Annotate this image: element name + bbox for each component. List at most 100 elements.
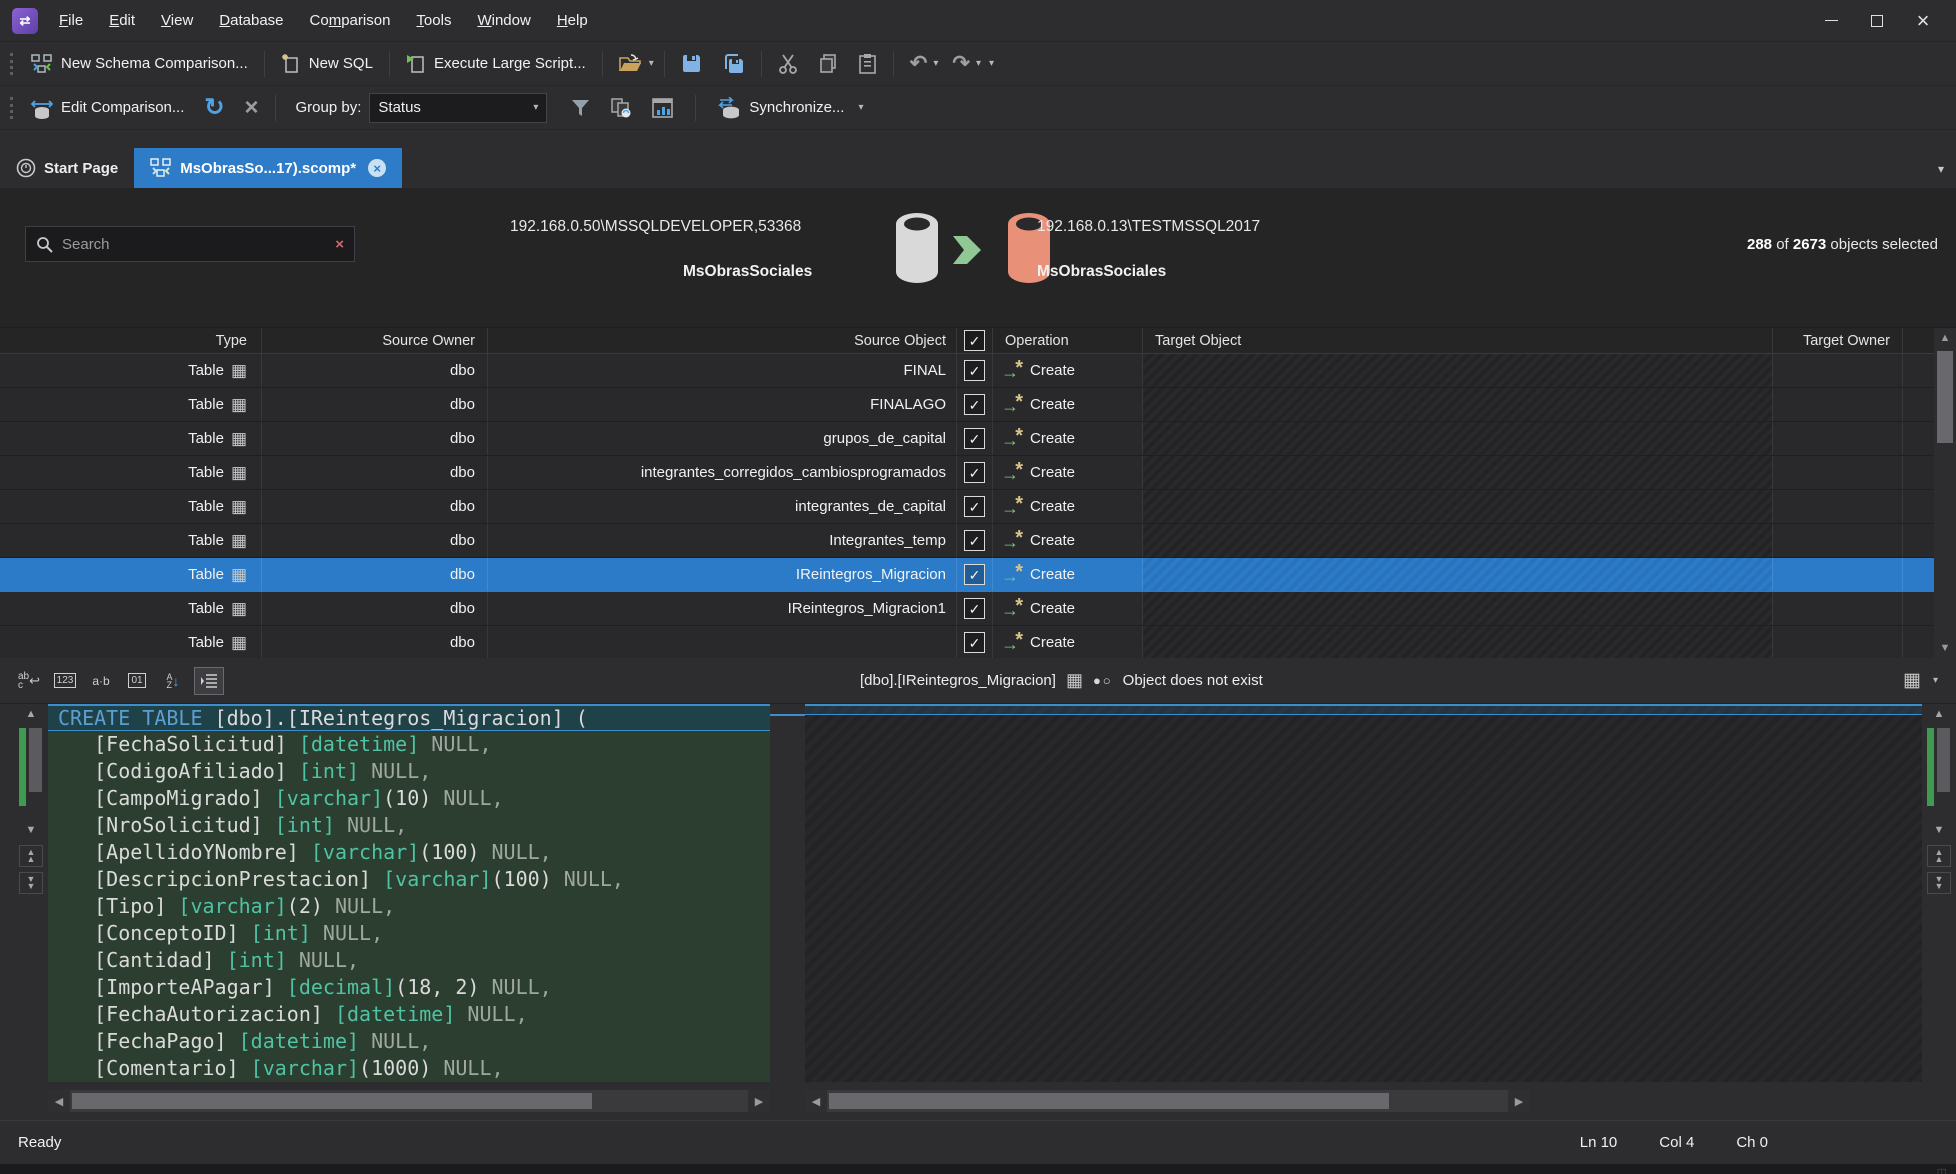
next-difference-button[interactable]: ▼▼ xyxy=(19,872,43,894)
previous-difference-button[interactable]: ▲▲ xyxy=(19,845,43,867)
new-schema-comparison-button[interactable]: New Schema Comparison... xyxy=(21,46,258,82)
table-row[interactable]: Table▦dbointegrantes_corregidos_cambiosp… xyxy=(0,456,1934,490)
word-wrap-button[interactable]: abc↩ xyxy=(14,667,44,695)
minimize-button[interactable] xyxy=(1808,5,1854,37)
scroll-right-icon[interactable]: ▶ xyxy=(748,1090,770,1112)
resize-grip[interactable]: ◫ xyxy=(1937,1166,1948,1174)
stop-button[interactable]: × xyxy=(235,90,269,126)
scroll-up-icon[interactable]: ▲ xyxy=(19,704,43,724)
column-header-operation[interactable]: Operation xyxy=(993,328,1143,353)
table-row[interactable]: Table▦dbointegrantes_de_capital✓→*Create xyxy=(0,490,1934,524)
maximize-button[interactable] xyxy=(1854,5,1900,37)
redo-button[interactable]: ↷ xyxy=(942,46,972,82)
scroll-left-icon[interactable]: ◀ xyxy=(48,1090,70,1112)
cut-button[interactable] xyxy=(768,46,808,82)
open-button[interactable] xyxy=(609,46,645,82)
compare-documents-button[interactable] xyxy=(600,90,642,126)
column-header-checkbox[interactable]: ✓ xyxy=(957,328,993,353)
scroll-down-icon[interactable]: ▼ xyxy=(1927,820,1951,840)
tab-close-icon[interactable]: × xyxy=(368,159,386,177)
column-header-source-owner[interactable]: Source Owner xyxy=(262,328,488,353)
open-dropdown-arrow[interactable]: ▾ xyxy=(645,58,658,69)
report-button[interactable] xyxy=(642,90,683,126)
row-checkbox[interactable]: ✓ xyxy=(964,530,985,551)
table-row[interactable]: Table▦dbogrupos_de_capital✓→*Create xyxy=(0,422,1934,456)
toolbar-grip[interactable] xyxy=(10,97,13,119)
toolbar-grip[interactable] xyxy=(10,53,13,75)
line-numbers-button[interactable]: 123 xyxy=(50,667,80,695)
menu-view[interactable]: View xyxy=(150,7,204,34)
tab-list-chevron-icon[interactable]: ▾ xyxy=(1938,162,1944,176)
layout-grid-icon[interactable]: ▦ xyxy=(1903,672,1921,689)
change-map[interactable] xyxy=(1927,726,1951,818)
paste-button[interactable] xyxy=(848,46,887,82)
table-row[interactable]: Table▦dboFINALAGO✓→*Create xyxy=(0,388,1934,422)
table-row[interactable]: Table▦dboIReintegros_Migracion✓→*Create xyxy=(0,558,1934,592)
execute-large-script-button[interactable]: Execute Large Script... xyxy=(396,46,596,82)
scroll-up-icon[interactable]: ▲ xyxy=(1934,328,1956,348)
outline-button[interactable] xyxy=(194,667,224,695)
menu-tools[interactable]: Tools xyxy=(405,7,462,34)
row-checkbox[interactable]: ✓ xyxy=(964,632,985,653)
row-checkbox[interactable]: ✓ xyxy=(964,462,985,483)
menu-database[interactable]: Database xyxy=(208,7,294,34)
scroll-down-icon[interactable]: ▼ xyxy=(1934,638,1956,658)
search-input[interactable] xyxy=(62,236,326,253)
row-checkbox[interactable]: ✓ xyxy=(964,598,985,619)
menu-window[interactable]: Window xyxy=(466,7,541,34)
scrollbar-thumb[interactable] xyxy=(1937,351,1953,443)
scroll-left-icon[interactable]: ◀ xyxy=(805,1090,827,1112)
source-ddl-pane[interactable]: CREATE TABLE [dbo].[IReintegros_Migracio… xyxy=(48,704,770,1120)
table-row[interactable]: Table▦dboFINAL✓→*Create xyxy=(0,354,1934,388)
close-button[interactable]: × xyxy=(1900,5,1946,37)
scrollbar-thumb[interactable] xyxy=(829,1093,1389,1109)
target-horizontal-scrollbar[interactable]: ◀ ▶ xyxy=(805,1090,1530,1112)
scrollbar-thumb[interactable] xyxy=(29,728,42,792)
copy-button[interactable] xyxy=(808,46,848,82)
next-difference-button[interactable]: ▼▼ xyxy=(1927,872,1951,894)
menu-comparison[interactable]: Comparison xyxy=(299,7,402,34)
table-row[interactable]: Table▦dboIntegrantes_temp✓→*Create xyxy=(0,524,1934,558)
whitespace-button[interactable]: a·b xyxy=(86,667,116,695)
target-ddl-pane[interactable]: ◀ ▶ xyxy=(805,704,1922,1120)
sort-button[interactable]: AZ↓ xyxy=(158,667,188,695)
undo-dropdown-arrow[interactable]: ▾ xyxy=(929,58,942,69)
select-all-checkbox[interactable]: ✓ xyxy=(964,330,985,351)
source-horizontal-scrollbar[interactable]: ◀ ▶ xyxy=(48,1090,770,1112)
column-header-source-object[interactable]: Source Object xyxy=(488,328,957,353)
change-map[interactable] xyxy=(19,726,43,818)
redo-dropdown-arrow[interactable]: ▾ xyxy=(972,58,985,69)
menu-file[interactable]: File xyxy=(48,7,94,34)
search-clear-icon[interactable]: × xyxy=(335,236,344,253)
table-row[interactable]: Table▦dboIReintegros_Migracion1✓→*Create xyxy=(0,592,1934,626)
column-header-target-object[interactable]: Target Object xyxy=(1143,328,1773,353)
edit-comparison-button[interactable]: Edit Comparison... xyxy=(21,90,194,126)
scrollbar-thumb[interactable] xyxy=(1937,728,1950,792)
row-checkbox[interactable]: ✓ xyxy=(964,496,985,517)
tab-document[interactable]: MsObrasSo...17).scomp* × xyxy=(134,148,402,188)
pane-splitter[interactable] xyxy=(770,704,805,1120)
layout-dropdown-arrow[interactable]: ▾ xyxy=(1929,675,1942,686)
binary-view-button[interactable]: 01 xyxy=(122,667,152,695)
scrollbar-thumb[interactable] xyxy=(72,1093,592,1109)
group-by-select[interactable]: Status ▾ xyxy=(369,93,547,123)
previous-difference-button[interactable]: ▲▲ xyxy=(1927,845,1951,867)
new-sql-button[interactable]: New SQL xyxy=(271,46,383,82)
filter-button[interactable] xyxy=(561,90,600,126)
undo-button[interactable]: ↶ xyxy=(900,46,930,82)
grid-vertical-scrollbar[interactable]: ▲ ▼ xyxy=(1934,328,1956,658)
menu-edit[interactable]: Edit xyxy=(98,7,146,34)
synchronize-dropdown-arrow[interactable]: ▾ xyxy=(854,102,867,113)
row-checkbox[interactable]: ✓ xyxy=(964,564,985,585)
save-button[interactable] xyxy=(671,46,712,82)
toolbar-overflow-arrow[interactable]: ▾ xyxy=(985,58,998,69)
row-checkbox[interactable]: ✓ xyxy=(964,360,985,381)
menu-help[interactable]: Help xyxy=(546,7,599,34)
refresh-comparison-button[interactable]: ↻ xyxy=(194,90,234,126)
scroll-down-icon[interactable]: ▼ xyxy=(19,820,43,840)
row-checkbox[interactable]: ✓ xyxy=(964,394,985,415)
column-header-type[interactable]: Type xyxy=(12,328,262,353)
save-all-button[interactable] xyxy=(712,46,755,82)
tab-start-page[interactable]: Start Page xyxy=(0,148,134,188)
column-header-target-owner[interactable]: Target Owner xyxy=(1773,328,1903,353)
